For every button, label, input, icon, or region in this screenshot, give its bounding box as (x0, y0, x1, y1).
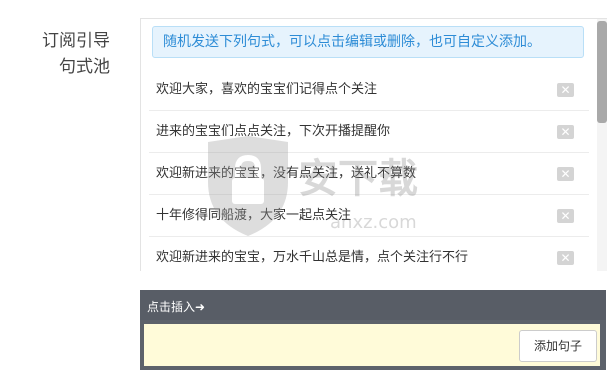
phrase-row[interactable]: 欢迎新进来的宝宝，万水千山总是情，点个关注行不行 ✕ (149, 237, 589, 271)
phrase-row[interactable]: 欢迎大家，喜欢的宝宝们记得点个关注 ✕ (149, 69, 589, 111)
phrase-row[interactable]: 进来的宝宝们点点关注，下次开播提醒你 ✕ (149, 111, 589, 153)
pool-label: 订阅引导 句式池 (0, 28, 110, 80)
pool-label-line2: 句式池 (59, 57, 110, 77)
insert-bar: 点击插入➜ (140, 290, 606, 320)
phrase-row[interactable]: 欢迎新进来的宝宝，没有点关注，送礼不算数 ✕ (149, 153, 589, 195)
delete-icon[interactable]: ✕ (557, 251, 574, 265)
phrase-row[interactable]: 十年修得同船渡，大家一起点关注 ✕ (149, 195, 589, 237)
pool-label-line1: 订阅引导 (42, 31, 110, 51)
insert-label[interactable]: 点击插入➜ (147, 300, 205, 314)
phrase-text[interactable]: 欢迎大家，喜欢的宝宝们记得点个关注 (156, 69, 377, 111)
add-phrase-area: 添加句子 (140, 320, 606, 370)
phrase-text[interactable]: 欢迎新进来的宝宝，万水千山总是情，点个关注行不行 (156, 237, 468, 271)
phrase-list: 欢迎大家，喜欢的宝宝们记得点个关注 ✕ 进来的宝宝们点点关注，下次开播提醒你 ✕… (149, 69, 589, 271)
delete-icon[interactable]: ✕ (557, 125, 574, 139)
add-phrase-button[interactable]: 添加句子 (519, 330, 597, 362)
scrollbar-thumb[interactable] (597, 21, 607, 123)
delete-icon[interactable]: ✕ (557, 167, 574, 181)
delete-icon[interactable]: ✕ (557, 209, 574, 223)
phrase-text[interactable]: 进来的宝宝们点点关注，下次开播提醒你 (156, 111, 390, 153)
info-notice: 随机发送下列句式，可以点击编辑或删除，也可自定义添加。 (152, 26, 584, 58)
phrase-text[interactable]: 十年修得同船渡，大家一起点关注 (156, 195, 351, 237)
phrase-text[interactable]: 欢迎新进来的宝宝，没有点关注，送礼不算数 (156, 153, 416, 195)
phrase-list-panel: 随机发送下列句式，可以点击编辑或删除，也可自定义添加。 欢迎大家，喜欢的宝宝们记… (140, 18, 607, 271)
delete-icon[interactable]: ✕ (557, 83, 574, 97)
